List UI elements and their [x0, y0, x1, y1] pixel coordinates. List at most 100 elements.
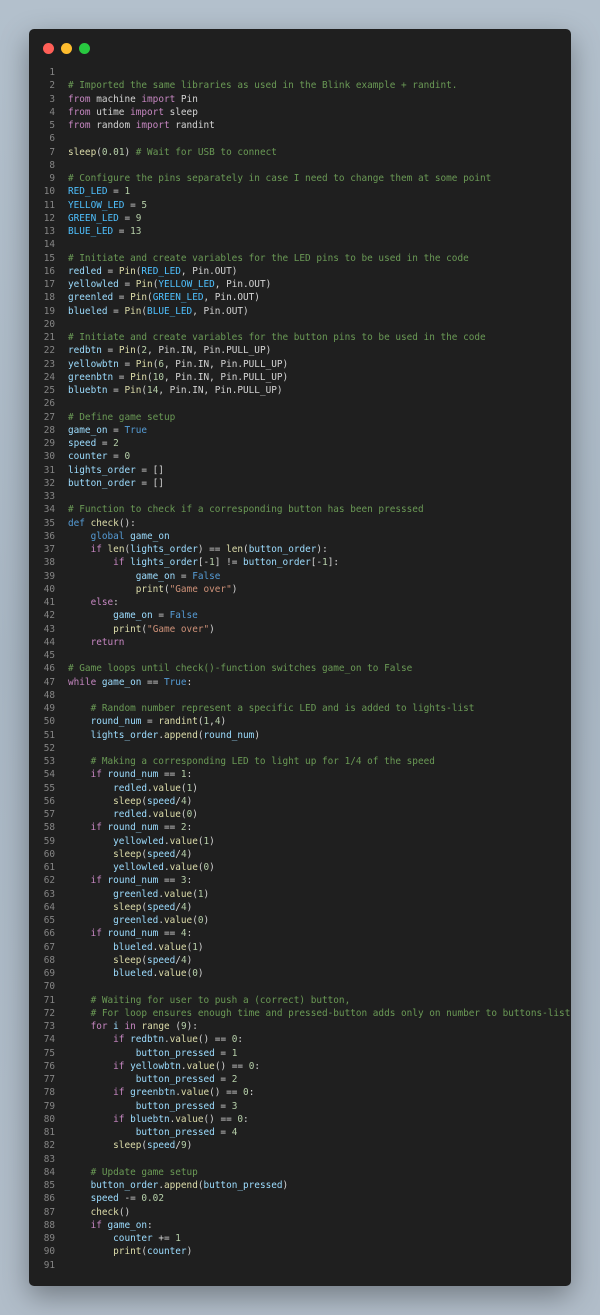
- code-token: +=: [152, 1233, 176, 1244]
- line-source: GREEN_LED = 9: [55, 212, 141, 225]
- code-line: 26: [29, 397, 571, 410]
- code-line: 35 def check():: [29, 517, 571, 530]
- code-token: 1: [231, 1047, 238, 1059]
- code-token: =: [175, 570, 193, 582]
- close-button[interactable]: [43, 43, 54, 54]
- code-line: 77 button_pressed = 2: [29, 1073, 571, 1086]
- code-token: counter: [147, 1246, 187, 1258]
- code-token: value: [152, 782, 181, 794]
- zoom-button[interactable]: [79, 43, 90, 54]
- line-number: 23: [43, 358, 55, 370]
- line-source: # Waiting for user to push a (correct) b…: [55, 994, 351, 1007]
- code-token: , Pin.IN, Pin.PULL_UP): [163, 371, 289, 383]
- code-token: speed: [147, 848, 176, 860]
- code-token: :: [186, 822, 193, 834]
- code-line: 16 redled = Pin(RED_LED, Pin.OUT): [29, 265, 571, 278]
- line-source: from machine import Pin: [55, 93, 198, 106]
- code-token: redled: [113, 782, 148, 794]
- code-token: , Pin.OUT): [180, 265, 238, 277]
- line-number: 66: [43, 928, 55, 940]
- line-source: game_on = False: [55, 609, 198, 622]
- code-token: =: [107, 451, 125, 463]
- code-token: # Wait for USB to connect: [135, 146, 277, 158]
- code-token: # Initiate and create variables for the …: [68, 332, 486, 343]
- code-token: =: [214, 1100, 232, 1112]
- minimize-button[interactable]: [61, 43, 72, 54]
- line-source: # Making a corresponding LED to light up…: [55, 755, 435, 768]
- code-token: 2: [113, 438, 119, 449]
- code-editor[interactable]: 1 2 # Imported the same libraries as used …: [29, 66, 571, 1272]
- code-token: 10: [152, 371, 164, 383]
- line-source: button_order.append(button_pressed): [55, 1179, 289, 1192]
- code-token: button_order: [248, 544, 317, 555]
- code-token: in: [124, 1021, 136, 1032]
- code-token: if: [90, 822, 102, 834]
- line-number: 50: [43, 716, 55, 728]
- code-token: button_pressed: [203, 1180, 283, 1191]
- code-line: 82 sleep(speed/9): [29, 1139, 571, 1152]
- line-number: 64: [43, 901, 55, 913]
- code-token: ): [197, 968, 204, 979]
- line-source: speed = 2: [55, 437, 119, 450]
- code-token: import: [141, 93, 176, 105]
- code-line: 40 print("Game over"): [29, 583, 571, 596]
- line-number: 78: [43, 1087, 55, 1099]
- code-token: ): [192, 809, 198, 820]
- code-line: 53 # Making a corresponding LED to light…: [29, 755, 571, 768]
- code-token: =: [113, 226, 131, 237]
- line-source: # Random number represent a specific LED…: [55, 702, 475, 715]
- line-number: 37: [43, 544, 55, 555]
- code-token: round_num: [107, 769, 159, 781]
- line-source: sleep(speed/4): [55, 901, 192, 914]
- code-line: 69 blueled.value(0): [29, 967, 571, 980]
- line-source: [55, 132, 68, 145]
- code-token: ): [186, 901, 193, 913]
- code-token: # Function to check if a corresponding b…: [68, 504, 424, 516]
- code-token: blueled: [113, 968, 153, 979]
- line-source: # For loop ensures enough time and press…: [55, 1007, 571, 1020]
- code-token: True: [124, 424, 148, 436]
- code-line: 62 if round_num == 3:: [29, 874, 571, 887]
- line-source: [55, 649, 68, 662]
- code-line: 64 sleep(speed/4): [29, 901, 571, 914]
- code-token: button_order: [68, 477, 136, 489]
- line-number: 13: [43, 226, 55, 237]
- code-line: 7 sleep(0.01) # Wait for USB to connect: [29, 146, 571, 159]
- line-number: 60: [43, 848, 55, 860]
- code-token: ==: [158, 875, 181, 887]
- line-source: if round_num == 1:: [55, 768, 193, 781]
- code-token: :: [113, 597, 119, 608]
- code-token: value: [175, 1113, 204, 1125]
- line-number: 59: [43, 835, 55, 847]
- code-token: ): [186, 1246, 193, 1258]
- line-number: 85: [43, 1180, 55, 1191]
- line-source: button_pressed = 1: [55, 1047, 238, 1060]
- code-line: 19 blueled = Pin(BLUE_LED, Pin.OUT): [29, 305, 571, 318]
- code-token: yellowled: [113, 862, 164, 873]
- code-line: 10 RED_LED = 1: [29, 185, 571, 198]
- code-token: redled: [113, 809, 148, 820]
- code-token: 0: [124, 451, 131, 463]
- code-token: sleep: [163, 106, 198, 118]
- code-token: ): [282, 1180, 289, 1191]
- code-line: 54 if round_num == 1:: [29, 768, 571, 781]
- code-token: redbtn: [68, 345, 102, 357]
- code-token: (): [118, 1206, 131, 1218]
- code-token: ): [203, 915, 210, 926]
- code-token: "Game over": [169, 583, 232, 595]
- line-number: 36: [43, 530, 55, 542]
- line-source: greenled.value(0): [55, 914, 209, 927]
- code-line: 70: [29, 980, 571, 993]
- code-token: def: [68, 517, 85, 529]
- code-token: "Game over": [147, 623, 210, 635]
